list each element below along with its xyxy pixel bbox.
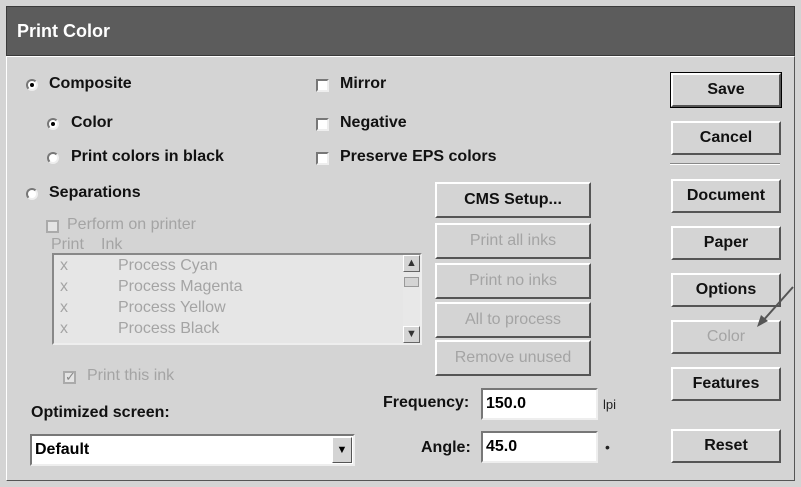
print-no-inks-button[interactable]: Print no inks xyxy=(435,263,591,299)
frequency-unit: lpi xyxy=(603,397,617,412)
print-black-radio[interactable] xyxy=(47,152,59,164)
button-separator xyxy=(670,163,780,165)
separations-radio[interactable] xyxy=(26,188,38,200)
list-item[interactable]: x Process Yellow xyxy=(54,299,404,320)
paper-button[interactable]: Paper xyxy=(671,226,781,260)
print-black-label[interactable]: Print colors in black xyxy=(71,148,224,166)
preserve-eps-label[interactable]: Preserve EPS colors xyxy=(340,148,497,166)
dialog-body: Composite Color Print colors in black Se… xyxy=(6,56,795,481)
print-this-ink-label[interactable]: Print this ink xyxy=(87,367,174,385)
document-button[interactable]: Document xyxy=(671,179,781,213)
column-header-ink: Ink xyxy=(101,236,123,253)
perform-on-printer-label[interactable]: Perform on printer xyxy=(67,216,196,234)
mirror-checkbox[interactable] xyxy=(316,79,329,92)
list-item[interactable]: x Process Cyan xyxy=(54,257,404,278)
angle-label: Angle: xyxy=(421,439,471,456)
ink-print-flag: x xyxy=(60,278,68,295)
angle-input[interactable]: 45.0 xyxy=(481,431,598,463)
ink-print-flag: x xyxy=(60,257,68,274)
dropdown-arrow-icon[interactable]: ▼ xyxy=(332,437,352,463)
ink-name: Process Yellow xyxy=(118,299,226,316)
frequency-label: Frequency: xyxy=(383,394,470,411)
preserve-eps-checkbox[interactable] xyxy=(316,152,329,165)
separations-label[interactable]: Separations xyxy=(49,184,141,202)
cms-setup-button[interactable]: CMS Setup... xyxy=(435,182,591,218)
radio-selected-icon xyxy=(30,83,34,87)
scroll-thumb[interactable] xyxy=(404,277,419,287)
ink-name: Process Black xyxy=(118,320,220,337)
window-title: Print Color xyxy=(17,21,110,41)
angle-unit: • xyxy=(605,439,610,455)
ink-name: Process Magenta xyxy=(118,278,243,295)
column-header-print: Print xyxy=(51,236,84,253)
frequency-input[interactable]: 150.0 xyxy=(481,388,598,420)
ink-list[interactable]: x Process Cyan x Process Magenta x Proce… xyxy=(52,253,422,345)
color-radio[interactable] xyxy=(47,118,59,130)
ink-print-flag: x xyxy=(60,320,68,337)
title-bar[interactable]: Print Color xyxy=(6,6,795,56)
perform-on-printer-checkbox[interactable] xyxy=(46,220,59,233)
scroll-up-icon[interactable]: ▲ xyxy=(403,255,420,272)
reset-button[interactable]: Reset xyxy=(671,429,781,463)
list-item[interactable]: x Process Magenta xyxy=(54,278,404,299)
optimized-screen-select[interactable]: Default ▼ xyxy=(30,434,355,466)
composite-radio[interactable] xyxy=(26,79,38,91)
ink-list-scrollbar[interactable]: ▲ ▼ xyxy=(403,255,420,343)
ink-name: Process Cyan xyxy=(118,257,218,274)
optimized-screen-value: Default xyxy=(35,441,90,458)
negative-label[interactable]: Negative xyxy=(340,114,407,132)
mirror-label[interactable]: Mirror xyxy=(340,75,386,93)
color-label[interactable]: Color xyxy=(71,114,113,132)
features-button[interactable]: Features xyxy=(671,367,781,401)
composite-label[interactable]: Composite xyxy=(49,75,132,93)
optimized-screen-label: Optimized screen: xyxy=(31,404,170,421)
radio-selected-icon xyxy=(51,122,55,126)
print-color-dialog: Print Color Composite Color Print colors… xyxy=(0,0,801,487)
remove-unused-button[interactable]: Remove unused xyxy=(435,340,591,376)
checkbox-checked-icon: ✓ xyxy=(65,369,76,384)
scroll-down-icon[interactable]: ▼ xyxy=(403,326,420,343)
all-to-process-button[interactable]: All to process xyxy=(435,302,591,338)
list-item[interactable]: x Process Black xyxy=(54,320,404,341)
print-this-ink-checkbox[interactable]: ✓ xyxy=(63,369,76,384)
negative-checkbox[interactable] xyxy=(316,118,329,131)
ink-print-flag: x xyxy=(60,299,68,316)
save-button[interactable]: Save xyxy=(670,72,782,108)
print-all-inks-button[interactable]: Print all inks xyxy=(435,223,591,259)
cancel-button[interactable]: Cancel xyxy=(671,121,781,155)
pointer-arrow-icon xyxy=(757,286,794,327)
